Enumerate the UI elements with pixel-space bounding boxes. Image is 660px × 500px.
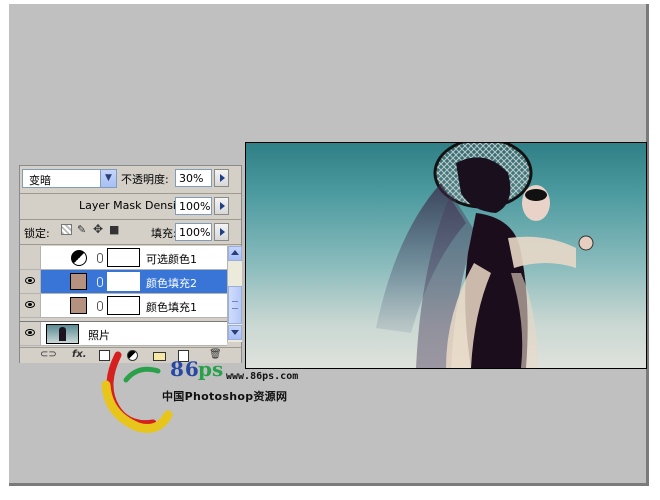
photo-thumbnail[interactable] xyxy=(46,324,79,344)
eye-icon xyxy=(25,277,35,284)
visibility-toggle[interactable] xyxy=(20,322,41,345)
scroll-down-button[interactable] xyxy=(228,325,242,340)
eye-icon xyxy=(25,329,35,336)
chain-link-icon[interactable] xyxy=(97,253,103,263)
color-swatch-thumbnail[interactable] xyxy=(70,273,87,290)
visibility-toggle[interactable] xyxy=(20,270,41,293)
mask-density-arrow-button[interactable] xyxy=(214,197,229,215)
divider xyxy=(20,244,241,245)
logo-number: 86 xyxy=(170,357,200,381)
color-swatch-thumbnail[interactable] xyxy=(70,297,87,314)
layer-row-selective-color[interactable]: 可选颜色1 xyxy=(20,246,227,270)
mask-density-input[interactable]: 100% xyxy=(175,197,212,215)
fill-label: 填充: xyxy=(151,227,177,240)
logo-site-url: www.86ps.com xyxy=(226,371,299,382)
logo-site-name: 中国Photoshop资源网 xyxy=(162,390,288,403)
chain-link-icon[interactable] xyxy=(97,301,103,311)
divider xyxy=(20,219,241,220)
layer-mask-thumbnail[interactable] xyxy=(107,248,140,267)
layers-scrollbar[interactable] xyxy=(227,246,242,342)
opacity-input[interactable]: 30% xyxy=(175,169,212,187)
layer-row-photo[interactable]: 照片 xyxy=(20,321,227,346)
opacity-arrow-button[interactable] xyxy=(214,169,229,187)
blend-opacity-row: 变暗 ▼ 不透明度: 30% xyxy=(20,166,241,193)
divider xyxy=(20,193,241,194)
mask-density-label: Layer Mask Density xyxy=(79,199,187,212)
chevron-down-icon[interactable]: ▼ xyxy=(100,170,116,187)
layer-name: 可选颜色1 xyxy=(146,253,197,266)
layer-name: 照片 xyxy=(88,329,110,342)
eye-icon xyxy=(25,301,35,308)
lock-move-icon[interactable]: ✥ xyxy=(93,223,104,235)
photo-artwork xyxy=(376,143,594,368)
blend-mode-select[interactable]: 变暗 ▼ xyxy=(22,169,117,188)
layers-list: 可选颜色1 颜色填充2 颜色填充1 xyxy=(20,246,227,318)
opacity-label: 不透明度: xyxy=(121,173,169,186)
layer-row-color-fill-1[interactable]: 颜色填充1 xyxy=(20,294,227,318)
chevron-down-icon xyxy=(231,330,239,335)
fill-input[interactable]: 100% xyxy=(175,223,212,241)
chain-link-icon[interactable] xyxy=(97,277,103,287)
blend-mode-value: 变暗 xyxy=(29,174,51,187)
adjustment-icon xyxy=(71,250,87,266)
layers-panel: 变暗 ▼ 不透明度: 30% Layer Mask Density 100% 锁… xyxy=(19,165,242,363)
lock-transparent-icon[interactable] xyxy=(61,224,72,235)
chevron-up-icon xyxy=(231,250,239,255)
visibility-toggle[interactable] xyxy=(20,246,41,269)
link-icon[interactable]: ⊂⊃ xyxy=(40,349,57,361)
layer-row-color-fill-2[interactable]: 颜色填充2 xyxy=(20,270,227,294)
layer-name: 颜色填充1 xyxy=(146,301,197,314)
image-canvas[interactable] xyxy=(245,142,647,369)
scroll-thumb[interactable] xyxy=(228,286,242,324)
layer-mask-thumbnail[interactable] xyxy=(107,296,140,315)
logo-ps: ps xyxy=(198,357,224,381)
layer-name: 颜色填充2 xyxy=(146,277,197,290)
lock-all-icon[interactable]: ■ xyxy=(109,224,120,235)
fx-icon[interactable]: fx. xyxy=(72,349,87,361)
watermark-logo: 86 ps www.86ps.com 中国Photoshop资源网 xyxy=(98,345,308,435)
lock-brush-icon[interactable]: ✎ xyxy=(77,224,88,235)
visibility-toggle[interactable] xyxy=(20,294,41,317)
layer-mask-thumbnail[interactable] xyxy=(107,272,140,291)
lock-label: 锁定: xyxy=(24,227,50,240)
scroll-up-button[interactable] xyxy=(228,246,242,261)
fill-arrow-button[interactable] xyxy=(214,223,229,241)
